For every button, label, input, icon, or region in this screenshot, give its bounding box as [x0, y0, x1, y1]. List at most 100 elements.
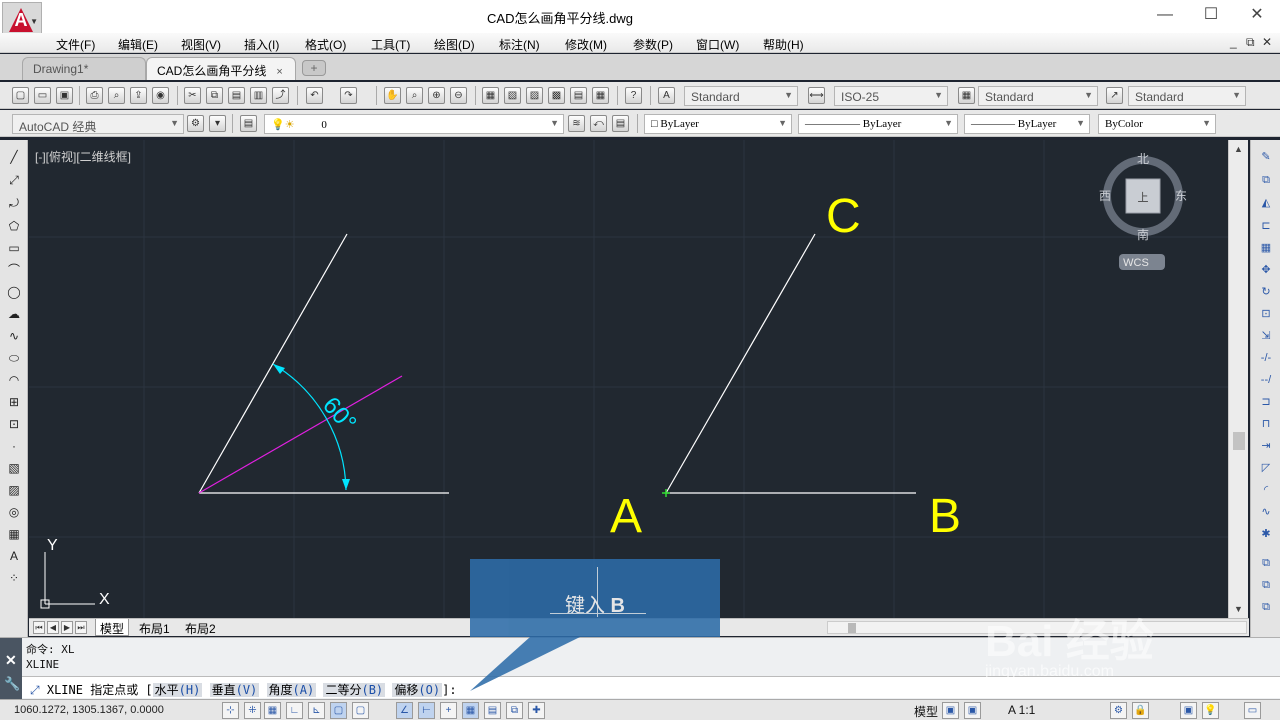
scroll-up-icon[interactable]: ▲ [1234, 144, 1243, 154]
plotstyle-dropdown[interactable]: ByColor ▼ [1098, 114, 1216, 134]
option-angle[interactable]: 角度(A) [266, 683, 317, 697]
undo-icon[interactable]: ↶ [306, 87, 323, 104]
maximize-button[interactable]: ☐ [1188, 0, 1234, 32]
open-folder-icon[interactable]: ▭ [34, 87, 51, 104]
ellipse-tool-icon[interactable]: ⬭ [5, 349, 23, 367]
option-vertical[interactable]: 垂直(V) [209, 683, 260, 697]
rectangle-tool-icon[interactable]: ▭ [5, 239, 23, 257]
bisector-line[interactable] [198, 375, 403, 494]
layer-state-icon[interactable]: ▤ [612, 115, 629, 132]
trim-tool-icon[interactable]: -/- [1257, 349, 1275, 367]
wrench-icon[interactable]: 🔧 [4, 676, 20, 692]
mtext-tool-icon[interactable]: A [5, 547, 23, 565]
layer-previous-icon[interactable]: ⤺ [590, 115, 607, 132]
draworder-back-icon[interactable]: ⧉ [1257, 598, 1275, 616]
new-file-icon[interactable]: ▢ [12, 87, 29, 104]
scroll-thumb[interactable] [1233, 432, 1245, 450]
draworder-icon[interactable]: ⧉ [1257, 554, 1275, 572]
ellipse-arc-tool-icon[interactable]: ◠ [5, 371, 23, 389]
model-space-toggle[interactable]: 模型 [914, 703, 938, 720]
print-preview-icon[interactable]: ⌕ [108, 87, 125, 104]
transparency-icon[interactable]: ▤ [484, 702, 501, 719]
menu-draw[interactable]: 绘图(D) [434, 36, 475, 53]
compass-east[interactable]: 东 [1175, 189, 1187, 203]
workspace-dropdown[interactable]: AutoCAD 经典 ▼ [12, 114, 184, 134]
block-editor-icon[interactable]: ⤴ [272, 87, 289, 104]
table-style-icon[interactable]: ▦ [958, 87, 975, 104]
erase-tool-icon[interactable]: ✎ [1257, 148, 1275, 166]
gradient-tool-icon[interactable]: ▨ [5, 481, 23, 499]
lineweight-dropdown[interactable]: ———— ByLayer ▼ [964, 114, 1090, 134]
break-tool-icon[interactable]: ⊓ [1257, 415, 1275, 433]
polygon-tool-icon[interactable]: ⬠ [5, 217, 23, 235]
menu-tools[interactable]: 工具(T) [371, 36, 410, 53]
next-layout-icon[interactable]: ▶ [61, 621, 73, 634]
menu-view[interactable]: 视图(V) [181, 36, 221, 53]
region-tool-icon[interactable]: ◎ [5, 503, 23, 521]
linetype-dropdown[interactable]: ————— ByLayer ▼ [798, 114, 958, 134]
menu-help[interactable]: 帮助(H) [763, 36, 804, 53]
mleader-style-icon[interactable]: ↗ [1106, 87, 1123, 104]
line-ac[interactable] [665, 233, 816, 494]
doc-minimize-button[interactable]: _ [1230, 35, 1237, 49]
layer-dropdown[interactable]: 💡☀ 0 ▼ [264, 114, 564, 134]
revcloud-tool-icon[interactable]: ☁ [5, 305, 23, 323]
dynamic-input-icon[interactable]: + [440, 702, 457, 719]
paste-icon[interactable]: ▤ [228, 87, 245, 104]
scale-tool-icon[interactable]: ⊡ [1257, 305, 1275, 323]
workspace-switch-icon[interactable]: ⚙ [1110, 702, 1127, 719]
command-window-handle[interactable]: ✕ 🔧 [0, 638, 22, 700]
snap-mode-icon[interactable]: ⁜ [244, 702, 261, 719]
compass-west[interactable]: 西 [1099, 189, 1111, 203]
zoom-previous-icon[interactable]: ⊖ [450, 87, 467, 104]
save-icon[interactable]: ▣ [56, 87, 73, 104]
menu-dimension[interactable]: 标注(N) [499, 36, 540, 53]
lineweight-icon[interactable]: ▦ [462, 702, 479, 719]
option-bisect[interactable]: 二等分(B) [323, 683, 386, 697]
polar-tracking-icon[interactable]: ⊾ [308, 702, 325, 719]
properties-icon[interactable]: ▦ [482, 87, 499, 104]
quick-view-layouts-icon[interactable]: ▣ [942, 702, 959, 719]
angle-side-line[interactable] [198, 233, 348, 494]
tab-current-drawing[interactable]: CAD怎么画角平分线 × [146, 57, 296, 80]
xline-tool-icon[interactable]: ⤢ [5, 171, 23, 189]
3d-osnap-icon[interactable]: ▢ [352, 702, 369, 719]
offset-tool-icon[interactable]: ⊏ [1257, 217, 1275, 235]
menu-insert[interactable]: 插入(I) [244, 36, 279, 53]
coordinate-readout[interactable]: 1060.1272, 1305.1367, 0.0000 [14, 704, 164, 716]
doc-close-button[interactable]: ✕ [1262, 35, 1272, 49]
mirror-tool-icon[interactable]: ◭ [1257, 194, 1275, 212]
compass-south[interactable]: 南 [1137, 227, 1149, 242]
copy-tool-icon[interactable]: ⧉ [1257, 171, 1275, 189]
menu-file[interactable]: 文件(F) [56, 36, 95, 53]
make-current-layer-icon[interactable]: ≋ [568, 115, 585, 132]
join-tool-icon[interactable]: ⇥ [1257, 437, 1275, 455]
point-tool-icon[interactable]: · [5, 437, 23, 455]
draworder-front-icon[interactable]: ⧉ [1257, 576, 1275, 594]
doc-restore-button[interactable]: ⧉ [1246, 35, 1255, 50]
menu-modify[interactable]: 修改(M) [565, 36, 607, 53]
hatch-tool-icon[interactable]: ▧ [5, 459, 23, 477]
tab-drawing1[interactable]: Drawing1* [22, 57, 146, 80]
prev-layout-icon[interactable]: ◀ [47, 621, 59, 634]
explode-tool-icon[interactable]: ✱ [1257, 525, 1275, 543]
add-selected-icon[interactable]: ⁘ [5, 569, 23, 587]
3d-dwf-icon[interactable]: ◉ [152, 87, 169, 104]
tab-layout1[interactable]: 布局1 [135, 619, 174, 636]
table-tool-icon[interactable]: ▦ [5, 525, 23, 543]
fillet-tool-icon[interactable]: ◜ [1257, 481, 1275, 499]
drawing-canvas[interactable]: [-][俯视][二维线框] 60° A B C 上 北 南 东 西 WCS Y … [29, 140, 1228, 618]
print-icon[interactable]: ⎙ [86, 87, 103, 104]
first-layout-icon[interactable]: ⏮ [33, 621, 45, 634]
scroll-thumb[interactable] [848, 623, 856, 633]
menu-parametric[interactable]: 参数(P) [633, 36, 673, 53]
close-tab-icon[interactable]: × [276, 66, 282, 78]
ducs-icon[interactable]: ⊢ [418, 702, 435, 719]
zoom-window-icon[interactable]: ⊕ [428, 87, 445, 104]
text-style-dropdown[interactable]: Standard ▼ [684, 86, 798, 106]
polyline-tool-icon[interactable]: ⤾ [5, 194, 23, 212]
tab-model[interactable]: 模型 [95, 619, 130, 636]
quick-properties-icon[interactable]: ⧉ [506, 702, 523, 719]
otrack-icon[interactable]: ∠ [396, 702, 413, 719]
ortho-mode-icon[interactable]: ∟ [286, 702, 303, 719]
